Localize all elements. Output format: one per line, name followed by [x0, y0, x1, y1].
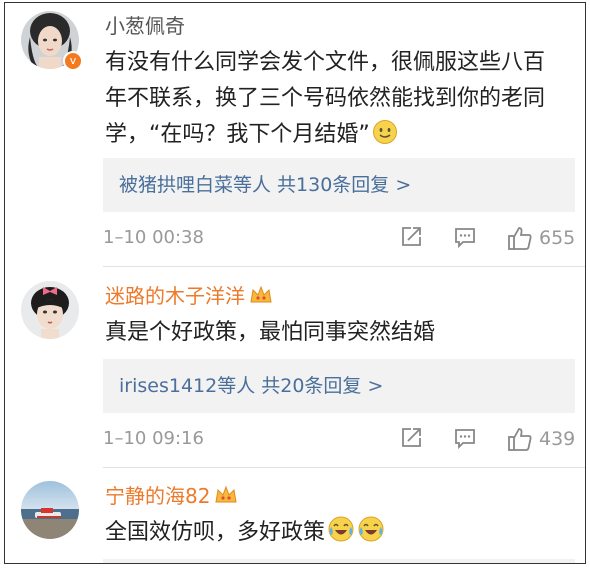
reply-summary-link[interactable]: irises1412等人 共20条回复 > [119, 373, 383, 399]
comment-feed: v 小葱佩奇 有没有什么同学会发个文件，很佩服这些八百年不联系，换了三个号码依然… [4, 2, 586, 564]
like-count: 439 [539, 428, 576, 450]
reply-summary[interactable] [103, 559, 575, 563]
like-icon[interactable] [507, 426, 533, 456]
like-icon[interactable] [507, 225, 533, 255]
comment-meta: 1–10 00:38 655 [103, 225, 575, 251]
divider [103, 266, 585, 267]
username-text: 迷路的木子洋洋 [105, 284, 245, 308]
verified-badge-icon: v [63, 51, 83, 71]
divider [103, 467, 585, 468]
comment-text: 有没有什么同学会发个文件，很佩服这些八百年不联系，换了三个号码依然能找到你的老同… [105, 45, 565, 157]
username-text: 宁静的海82 [105, 484, 211, 508]
avatar[interactable] [21, 281, 79, 339]
share-icon[interactable] [399, 225, 423, 253]
username[interactable]: 迷路的木子洋洋 [105, 283, 273, 312]
comment-text-body: 全国效仿呗，多好政策 [105, 520, 326, 545]
reply-summary[interactable]: 被猪拱哩白菜等人 共130条回复 > [103, 158, 575, 212]
laugh-cry-emoji-icon [357, 515, 385, 555]
vip-crown-icon [214, 484, 238, 512]
reply-summary-link[interactable]: 被猪拱哩白菜等人 共130条回复 > [119, 172, 411, 198]
username[interactable]: 小葱佩奇 [105, 13, 185, 39]
comment-text: 全国效仿呗，多好政策 [105, 515, 565, 555]
laugh-cry-emoji-icon [327, 515, 355, 555]
like-count: 655 [539, 227, 576, 249]
share-icon[interactable] [399, 426, 423, 454]
avatar[interactable] [21, 481, 79, 539]
vip-crown-icon [249, 284, 273, 312]
comment-icon[interactable] [453, 225, 477, 253]
reply-summary[interactable]: irises1412等人 共20条回复 > [103, 359, 575, 413]
username[interactable]: 宁静的海82 [105, 483, 238, 512]
comment-text-body: 有没有什么同学会发个文件，很佩服这些八百年不联系，换了三个号码依然能找到你的老同… [105, 50, 546, 147]
timestamp: 1–10 00:38 [103, 227, 204, 248]
comment-icon[interactable] [453, 426, 477, 454]
comment-meta: 1–10 09:16 439 [103, 426, 575, 452]
comment-text: 真是个好政策，最怕同事突然结婚 [105, 320, 436, 345]
timestamp: 1–10 09:16 [103, 428, 204, 449]
smile-emoji-icon [372, 119, 398, 157]
